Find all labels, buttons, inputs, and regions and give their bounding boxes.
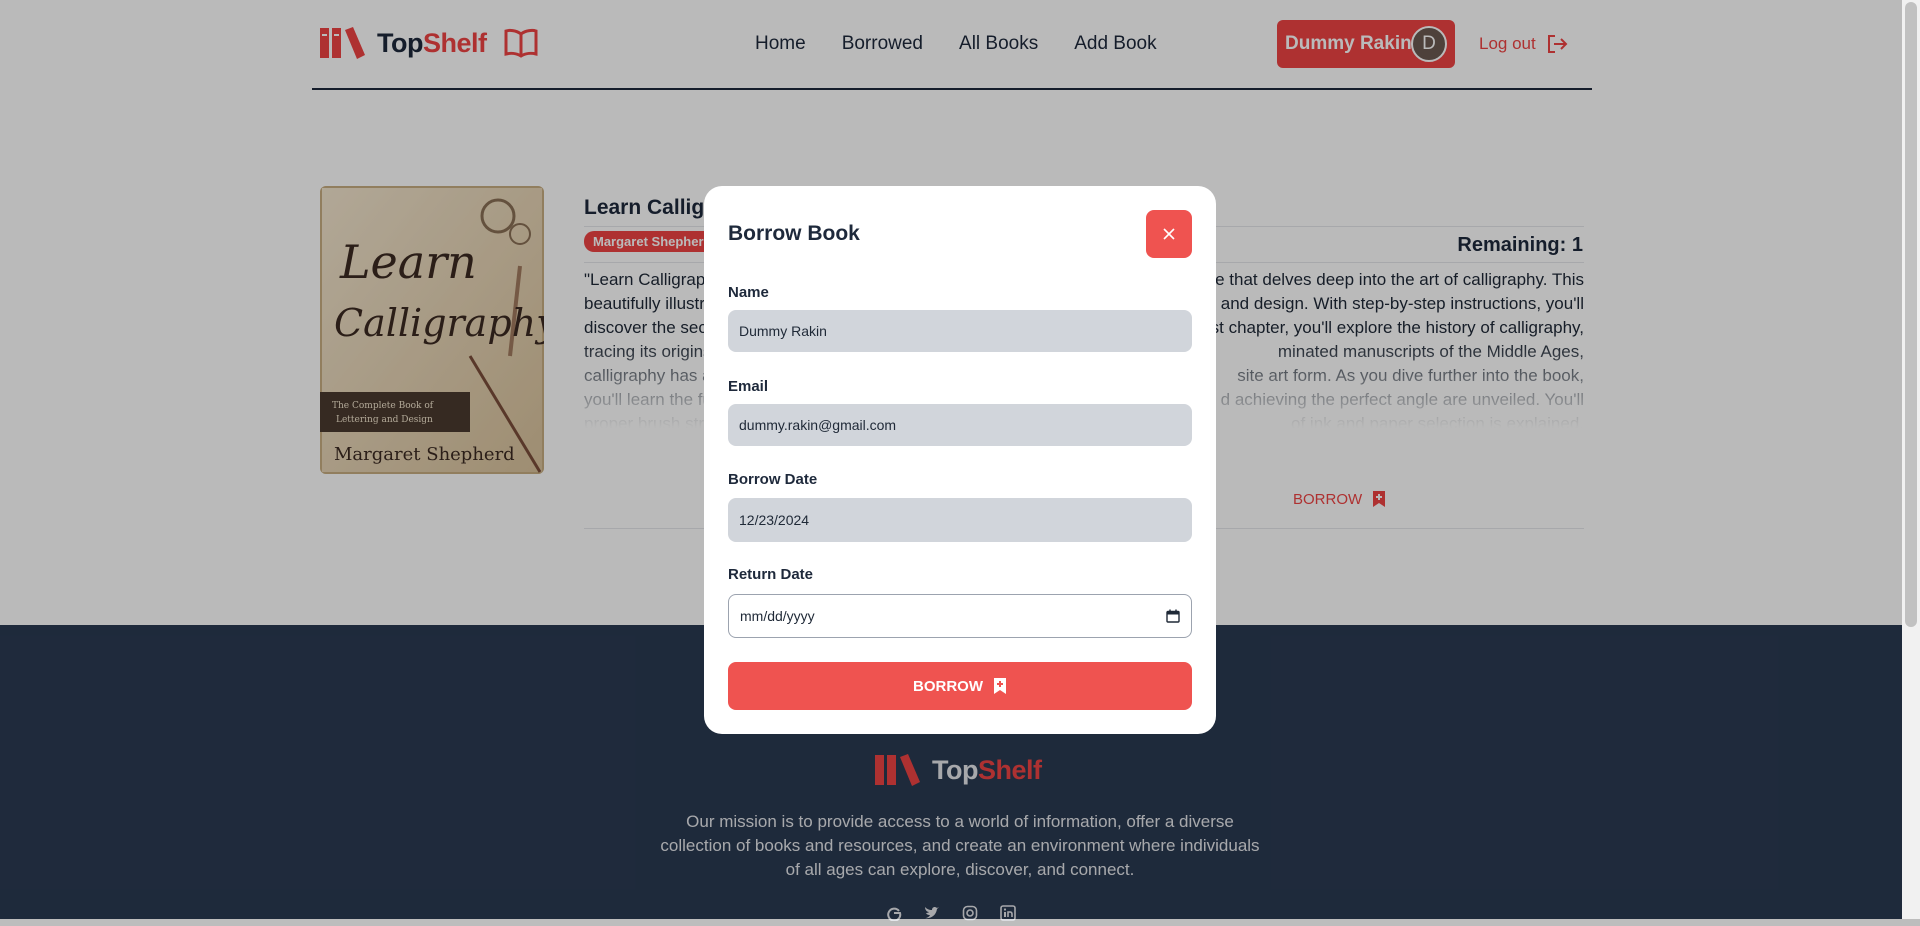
name-value: Dummy Rakin — [739, 323, 827, 339]
scrollbar[interactable] — [1902, 0, 1920, 919]
return-date-field[interactable]: mm/dd/yyyy — [728, 594, 1192, 638]
email-value: dummy.rakin@gmail.com — [739, 417, 897, 433]
close-button[interactable] — [1146, 210, 1192, 258]
scrollbar-thumb[interactable] — [1905, 2, 1917, 627]
return-date-placeholder: mm/dd/yyyy — [740, 608, 815, 624]
borrow-date-value: 12/23/2024 — [739, 512, 810, 528]
email-field[interactable]: dummy.rakin@gmail.com — [728, 404, 1192, 446]
name-field[interactable]: Dummy Rakin — [728, 310, 1192, 352]
modal-title: Borrow Book — [728, 222, 860, 245]
borrow-submit-label: BORROW — [913, 677, 983, 695]
bookmark-plus-icon — [994, 678, 1006, 694]
borrow-submit-button[interactable]: BORROW — [728, 662, 1192, 710]
email-label: Email — [728, 378, 769, 395]
name-label: Name — [728, 284, 769, 301]
calendar-icon[interactable] — [1166, 609, 1180, 623]
return-date-label: Return Date — [728, 566, 814, 583]
close-icon — [1163, 228, 1175, 240]
borrow-modal: Borrow Book Name Dummy Rakin Email dummy… — [704, 186, 1216, 734]
borrow-date-label: Borrow Date — [728, 471, 818, 488]
borrow-date-field[interactable]: 12/23/2024 — [728, 498, 1192, 542]
